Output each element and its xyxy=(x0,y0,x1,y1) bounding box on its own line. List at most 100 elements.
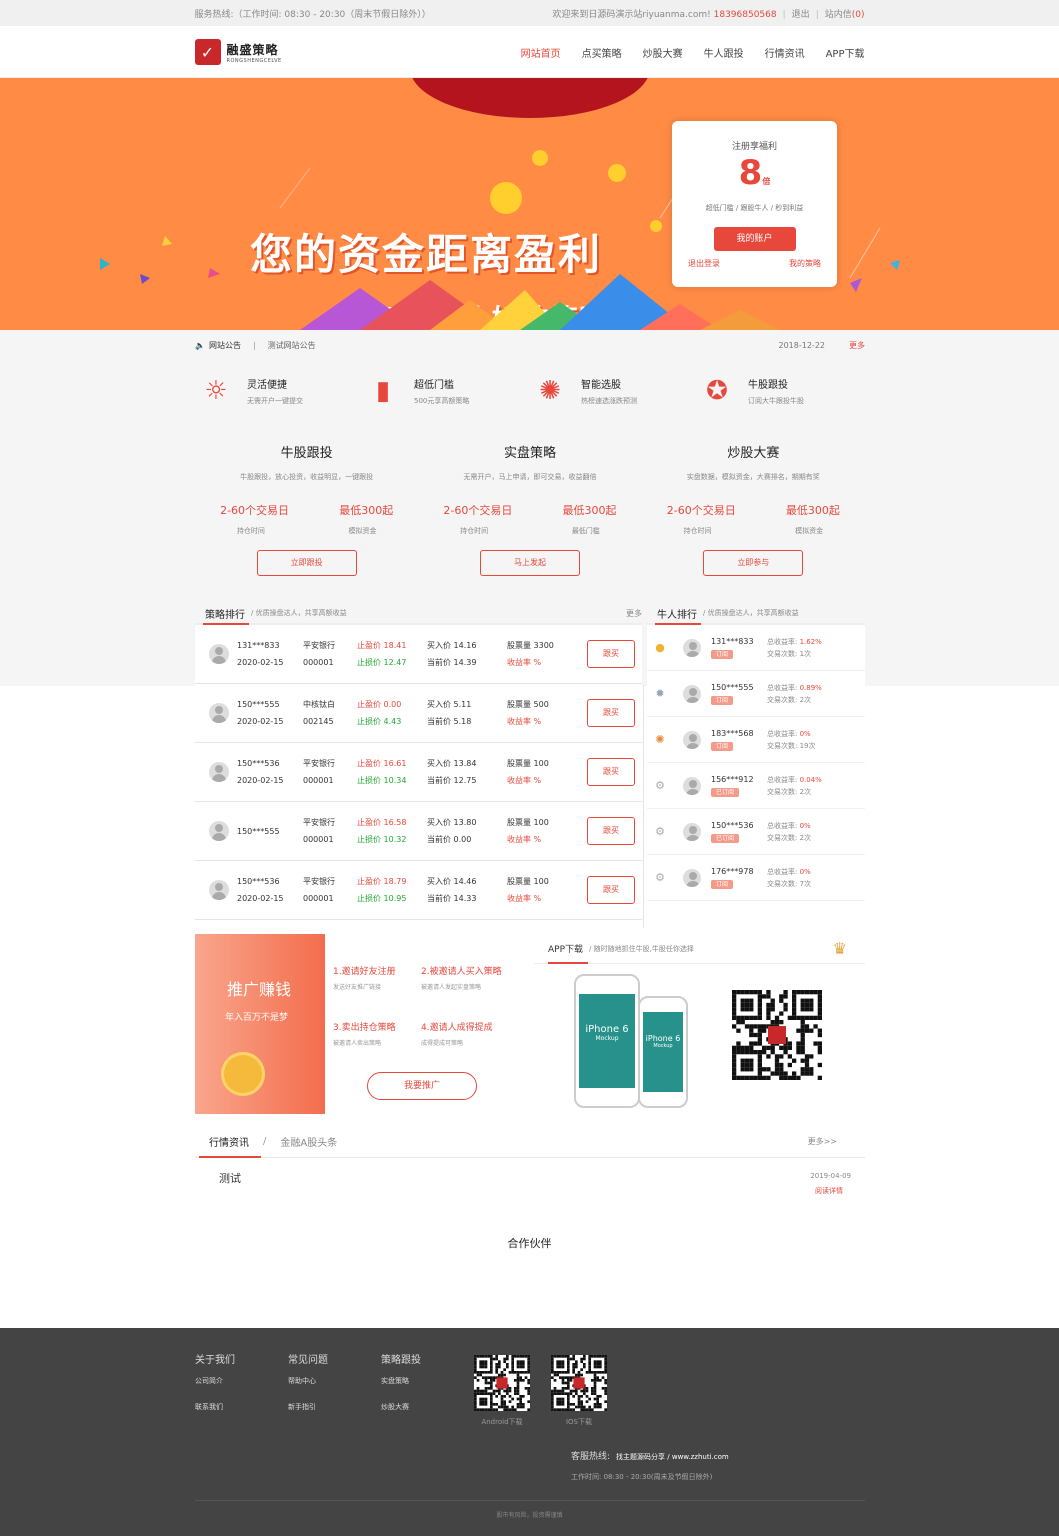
stop-loss: 止损价 10.34 xyxy=(357,776,407,785)
follow-buy-button[interactable]: 跟买 xyxy=(587,817,635,845)
notice-more-link[interactable]: 更多 xyxy=(849,340,865,351)
join-now-button[interactable]: 立即参与 xyxy=(703,550,804,576)
current-price: 当前价 14.39 xyxy=(427,658,477,667)
promotion-panel: 推广赚钱 年入百万不是梦 1.邀请好友注册 发送好友推广链接 2.被邀请人买入策略… xyxy=(195,934,526,1114)
ios-qr-code[interactable] xyxy=(551,1355,607,1411)
return-rate: 收益率 % xyxy=(507,894,542,903)
avatar xyxy=(209,821,229,841)
stop-loss: 止损价 12.47 xyxy=(357,658,407,667)
phone-label: iPhone 6 xyxy=(645,1034,681,1043)
partners-title: 合作伙伴 xyxy=(507,1237,552,1250)
user-name: 150***536 xyxy=(237,759,280,768)
feature-name: 超低门槛 xyxy=(414,380,454,391)
total-return: 0% xyxy=(799,867,811,876)
rate-label: 总收益率: xyxy=(767,637,798,646)
footer-link[interactable]: 公司简介 xyxy=(195,1376,235,1386)
logout-link[interactable]: 退出 xyxy=(792,10,810,20)
footer-link[interactable]: 新手指引 xyxy=(288,1402,328,1412)
sunrise-gear-icon: ☼ xyxy=(204,376,228,406)
table-row: 150***555 2020-02-15 中核钛白 002145 止盈价 0.00 止… xyxy=(195,684,642,743)
app-download-panel: APP下载 / 随时随地抓住牛股,牛股任你选择 ♛ iPhone 6 Mockup i… xyxy=(534,934,865,1114)
welcome-text: 欢迎来到日源码演示站riyuanma.com! xyxy=(552,9,711,20)
plan-title: 炒股大赛 xyxy=(727,446,780,461)
footer-link[interactable]: 实盘策略 xyxy=(381,1376,421,1386)
nav-strategy[interactable]: 点买策略 xyxy=(582,45,622,60)
promote-button[interactable]: 我要推广 xyxy=(367,1072,477,1100)
list-item: ⚙ 156***912 已订阅 总收益率: 0.04% 交易次数: 2次 xyxy=(647,763,865,809)
share-quantity: 股票量 3300 xyxy=(507,641,554,650)
plan-min-label: 最低门槛 xyxy=(571,527,600,535)
header: ✓ 融盛策略 RONGSHENGCELVE 网站首页 点买策略 炒股大赛 牛人跟投… xyxy=(0,26,1059,78)
follow-buy-button[interactable]: 跟买 xyxy=(587,640,635,668)
footer-link[interactable]: 炒股大赛 xyxy=(381,1402,421,1412)
footer-link[interactable]: 联系我们 xyxy=(195,1402,235,1412)
message-link[interactable]: 站内信 xyxy=(825,10,852,20)
subscribe-button[interactable]: 订阅 xyxy=(711,879,734,889)
rank-medal-icon: ● xyxy=(655,641,665,654)
subscribe-button[interactable]: 订阅 xyxy=(711,649,734,659)
tab-market-news[interactable]: 行情资讯 xyxy=(209,1134,249,1149)
trade-date: 2020-02-15 xyxy=(237,894,284,903)
stock-code: 002145 xyxy=(303,717,334,726)
user-name: 183***568 xyxy=(711,728,754,738)
notice-text[interactable]: 测试网站公告 xyxy=(268,340,316,351)
android-download-label: Android下载 xyxy=(481,1418,523,1426)
user-phone[interactable]: 18396850568 xyxy=(714,10,777,20)
plan-card: 牛股跟投 牛股跟投，放心投资，收益明显，一键跟投 2-60个交易日 最低300起 持… xyxy=(195,442,418,576)
take-profit: 止盈价 16.58 xyxy=(357,818,407,827)
site-logo[interactable]: ✓ 融盛策略 RONGSHENGCELVE xyxy=(194,39,282,65)
logout-button[interactable]: 退出登录 xyxy=(688,258,720,269)
nav-news[interactable]: 行情资讯 xyxy=(765,45,805,60)
news-title[interactable]: 测试 xyxy=(219,1170,241,1186)
ranking-subtitle: / 优质操盘达人，共享高额收益 xyxy=(251,609,347,617)
trades-label: 交易次数: xyxy=(767,879,798,888)
start-now-button[interactable]: 马上发起 xyxy=(479,550,580,576)
logo-subtitle: RONGSHENGCELVE xyxy=(226,57,282,64)
trades-label: 交易次数: xyxy=(767,741,798,750)
nav-follow[interactable]: 牛人跟投 xyxy=(704,45,744,60)
buy-price: 买入价 13.84 xyxy=(427,759,477,768)
follow-buy-button[interactable]: 跟买 xyxy=(587,758,635,786)
buy-price: 买入价 14.16 xyxy=(427,641,477,650)
subscribe-button[interactable]: 订阅 xyxy=(711,741,734,751)
subscribe-button[interactable]: 已订阅 xyxy=(711,833,740,843)
nav-home[interactable]: 网站首页 xyxy=(521,45,561,60)
follow-buy-button[interactable]: 跟买 xyxy=(587,699,635,727)
plan-title: 牛股跟投 xyxy=(280,446,333,461)
user-name: 176***978 xyxy=(711,866,754,876)
news-item[interactable]: 测试 2019-04-09 阅读详情 xyxy=(195,1158,865,1208)
my-strategy-link[interactable]: 我的策略 xyxy=(789,258,821,269)
rate-label: 总收益率: xyxy=(767,683,798,692)
stock-name: 平安银行 xyxy=(303,641,335,650)
expert-ranking-title: 牛人排行 xyxy=(657,609,697,621)
feature-item: ✪ 牛股跟投 订阅大牛跟投牛股 xyxy=(696,370,863,412)
promo-title: 推广赚钱 xyxy=(227,980,292,999)
return-rate: 收益率 % xyxy=(507,658,542,667)
nav-app[interactable]: APP下载 xyxy=(826,45,865,60)
footer-link[interactable]: 帮助中心 xyxy=(288,1376,328,1386)
stock-code: 000001 xyxy=(303,835,334,844)
avatar xyxy=(209,644,229,664)
trades-label: 交易次数: xyxy=(767,695,798,704)
promo-step-desc: 被邀请人卖出策略 xyxy=(333,1040,382,1047)
plan-desc: 实盘数据，模拟资金，大赛排名，期期有奖 xyxy=(686,473,820,481)
buy-price: 买入价 13.80 xyxy=(427,818,477,827)
stock-name: 平安银行 xyxy=(303,759,335,768)
rate-label: 总收益率: xyxy=(767,775,798,784)
follow-now-button[interactable]: 立即跟投 xyxy=(256,550,357,576)
promo-step-desc: 被邀请人发起实盘策略 xyxy=(421,984,482,991)
subscribe-button[interactable]: 已订阅 xyxy=(711,787,740,797)
nav-contest[interactable]: 炒股大赛 xyxy=(643,45,683,60)
android-qr-code[interactable] xyxy=(474,1355,530,1411)
read-more-link[interactable]: 阅读详情 xyxy=(815,1186,843,1196)
subscribe-button[interactable]: 订阅 xyxy=(711,695,734,705)
tab-stock-headlines[interactable]: 金融A股头条 xyxy=(280,1134,337,1149)
buy-price: 买入价 5.11 xyxy=(427,700,472,709)
footer-heading: 关于我们 xyxy=(195,1355,235,1366)
ranking-more-link[interactable]: 更多 xyxy=(626,608,642,619)
app-qr-code[interactable] xyxy=(732,990,822,1080)
follow-buy-button[interactable]: 跟买 xyxy=(587,876,635,904)
news-more-link[interactable]: 更多>> xyxy=(808,1136,837,1147)
feature-desc: 500元享高额策略 xyxy=(414,397,470,405)
my-account-button[interactable]: 我的账户 xyxy=(713,227,796,251)
